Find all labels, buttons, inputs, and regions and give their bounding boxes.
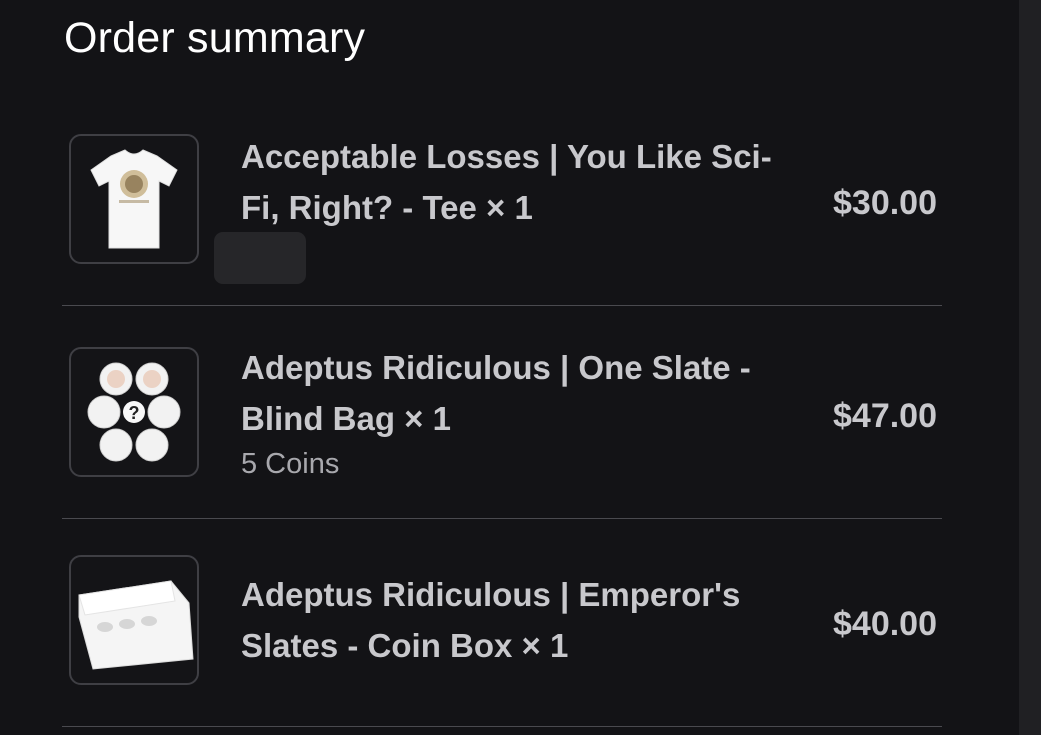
item-name: Acceptable Losses | You Like Sci-Fi, Rig… <box>241 138 772 226</box>
order-item: ? Adeptus Ridiculous | One Slate - Blind… <box>62 347 942 519</box>
divider <box>62 305 942 306</box>
order-item: Adeptus Ridiculous | Emperor's Slates - … <box>62 555 942 727</box>
item-name: Adeptus Ridiculous | One Slate - Blind B… <box>241 349 751 437</box>
item-price: $47.00 <box>833 397 937 435</box>
svg-text:?: ? <box>129 403 140 423</box>
divider <box>62 726 942 727</box>
item-price: $40.00 <box>833 605 937 643</box>
item-name: Adeptus Ridiculous | Emperor's Slates - … <box>241 576 741 664</box>
coin-box-image <box>69 555 199 685</box>
tshirt-image <box>69 134 199 264</box>
order-summary-page: Order summary Acceptable Losses | You Li… <box>0 0 1041 735</box>
order-item: Acceptable Losses | You Like Sci-Fi, Rig… <box>62 134 942 306</box>
order-summary-title: Order summary <box>64 14 366 62</box>
item-price: $30.00 <box>833 184 937 222</box>
redacted-region <box>214 232 306 284</box>
item-variant: 5 Coins <box>241 448 340 480</box>
coins-image: ? <box>69 347 199 477</box>
divider <box>62 518 942 519</box>
scrollbar-track[interactable] <box>1019 0 1041 735</box>
